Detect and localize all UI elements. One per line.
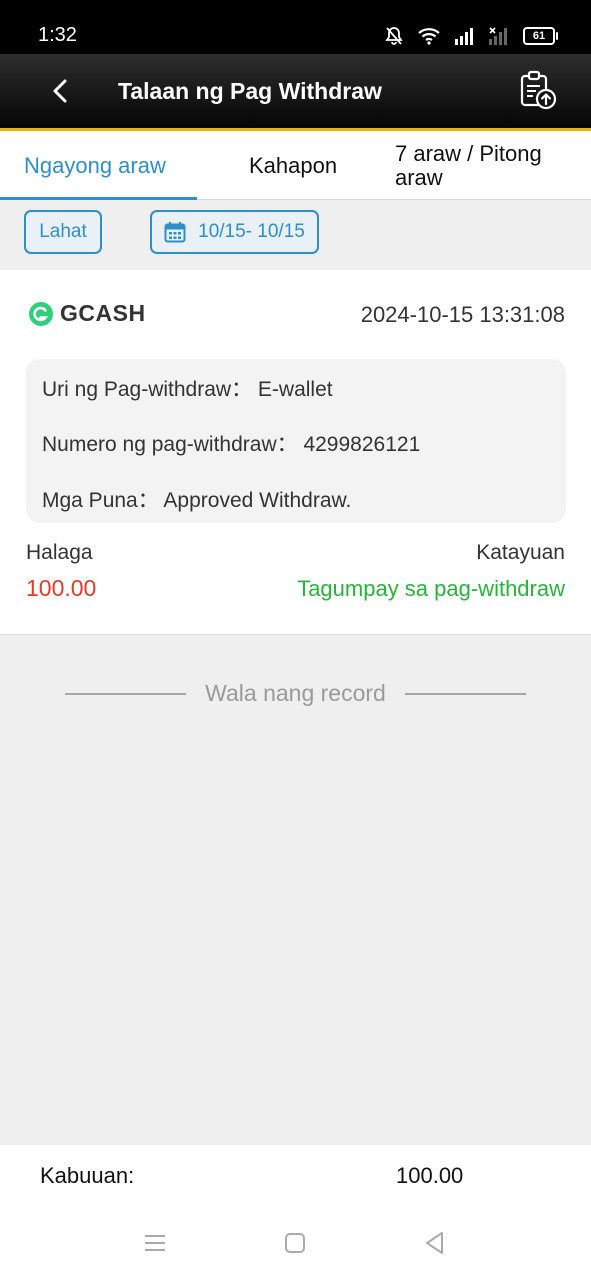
withdraw-type-value: E-wallet [257,378,333,401]
withdraw-record-card[interactable]: GCASH 2024-10-15 13:31:08 Uri ng Pag-wit… [0,270,591,635]
payment-method-name: GCASH [60,300,146,326]
withdraw-type-label: Uri ng Pag-withdraw： [42,378,253,401]
bell-off-icon [385,27,403,45]
remarks-label: Mga Puna： [42,489,159,512]
withdraw-number-row: Numero ng pag-withdraw： 4299826121 [42,428,420,458]
date-tabs: Ngayong araw Kahapon 7 araw / Pitong ara… [0,131,591,200]
withdraw-number-value: 4299826121 [303,433,421,456]
signal-no-service-icon [489,27,507,45]
app-header: Talaan ng Pag Withdraw [0,54,591,131]
record-datetime: 2024-10-15 13:31:08 [360,302,565,327]
system-nav-bar [0,1207,591,1280]
total-label: Kabuuan: [40,1163,135,1188]
home-icon[interactable] [281,1229,309,1257]
total-bar: Kabuuan: 100.00 [0,1145,591,1207]
back-triangle-icon[interactable] [421,1229,449,1257]
status-time: 1:32 [38,24,77,46]
tab-yesterday[interactable]: Kahapon [249,154,337,178]
tab-today[interactable]: Ngayong araw [24,154,166,178]
back-button[interactable] [44,74,78,108]
filter-row: Lahat 10/15- 10/15 [0,200,591,270]
status-value: Tagumpay sa pag-withdraw [297,576,565,601]
amount-label: Halaga [26,541,93,564]
payment-method: GCASH [28,300,146,327]
all-filter-label: Lahat [39,221,87,242]
divider-right [405,693,526,695]
menu-icon[interactable] [141,1229,169,1257]
gcash-logo-icon [29,301,53,326]
clipboard-export-icon[interactable] [519,70,557,110]
remarks-row: Mga Puna： Approved Withdraw. [42,484,351,514]
signal-icon [455,28,473,45]
calendar-icon [164,222,186,243]
withdraw-number-label: Numero ng pag-withdraw： [42,433,298,456]
withdraw-type-row: Uri ng Pag-withdraw： E-wallet [42,373,333,403]
status-icons: 61 [385,24,558,48]
status-bar: 1:32 61 [0,0,591,54]
remarks-value: Approved Withdraw. [163,489,352,512]
page-title: Talaan ng Pag Withdraw [118,78,382,104]
date-range-label: 10/15- 10/15 [198,221,305,242]
tab-seven-days[interactable]: 7 araw / Pitong araw [395,142,575,190]
status-label: Katayuan [476,541,565,564]
total-value: 100.00 [396,1163,464,1188]
all-filter-button[interactable]: Lahat [24,210,102,254]
record-details: Uri ng Pag-withdraw： E-wallet Numero ng … [26,359,566,523]
end-of-list: Wala nang record [0,676,591,712]
wifi-icon [418,28,440,45]
date-range-button[interactable]: 10/15- 10/15 [150,210,319,254]
battery-icon: 61 [523,27,558,45]
amount-value: 100.00 [26,575,97,601]
